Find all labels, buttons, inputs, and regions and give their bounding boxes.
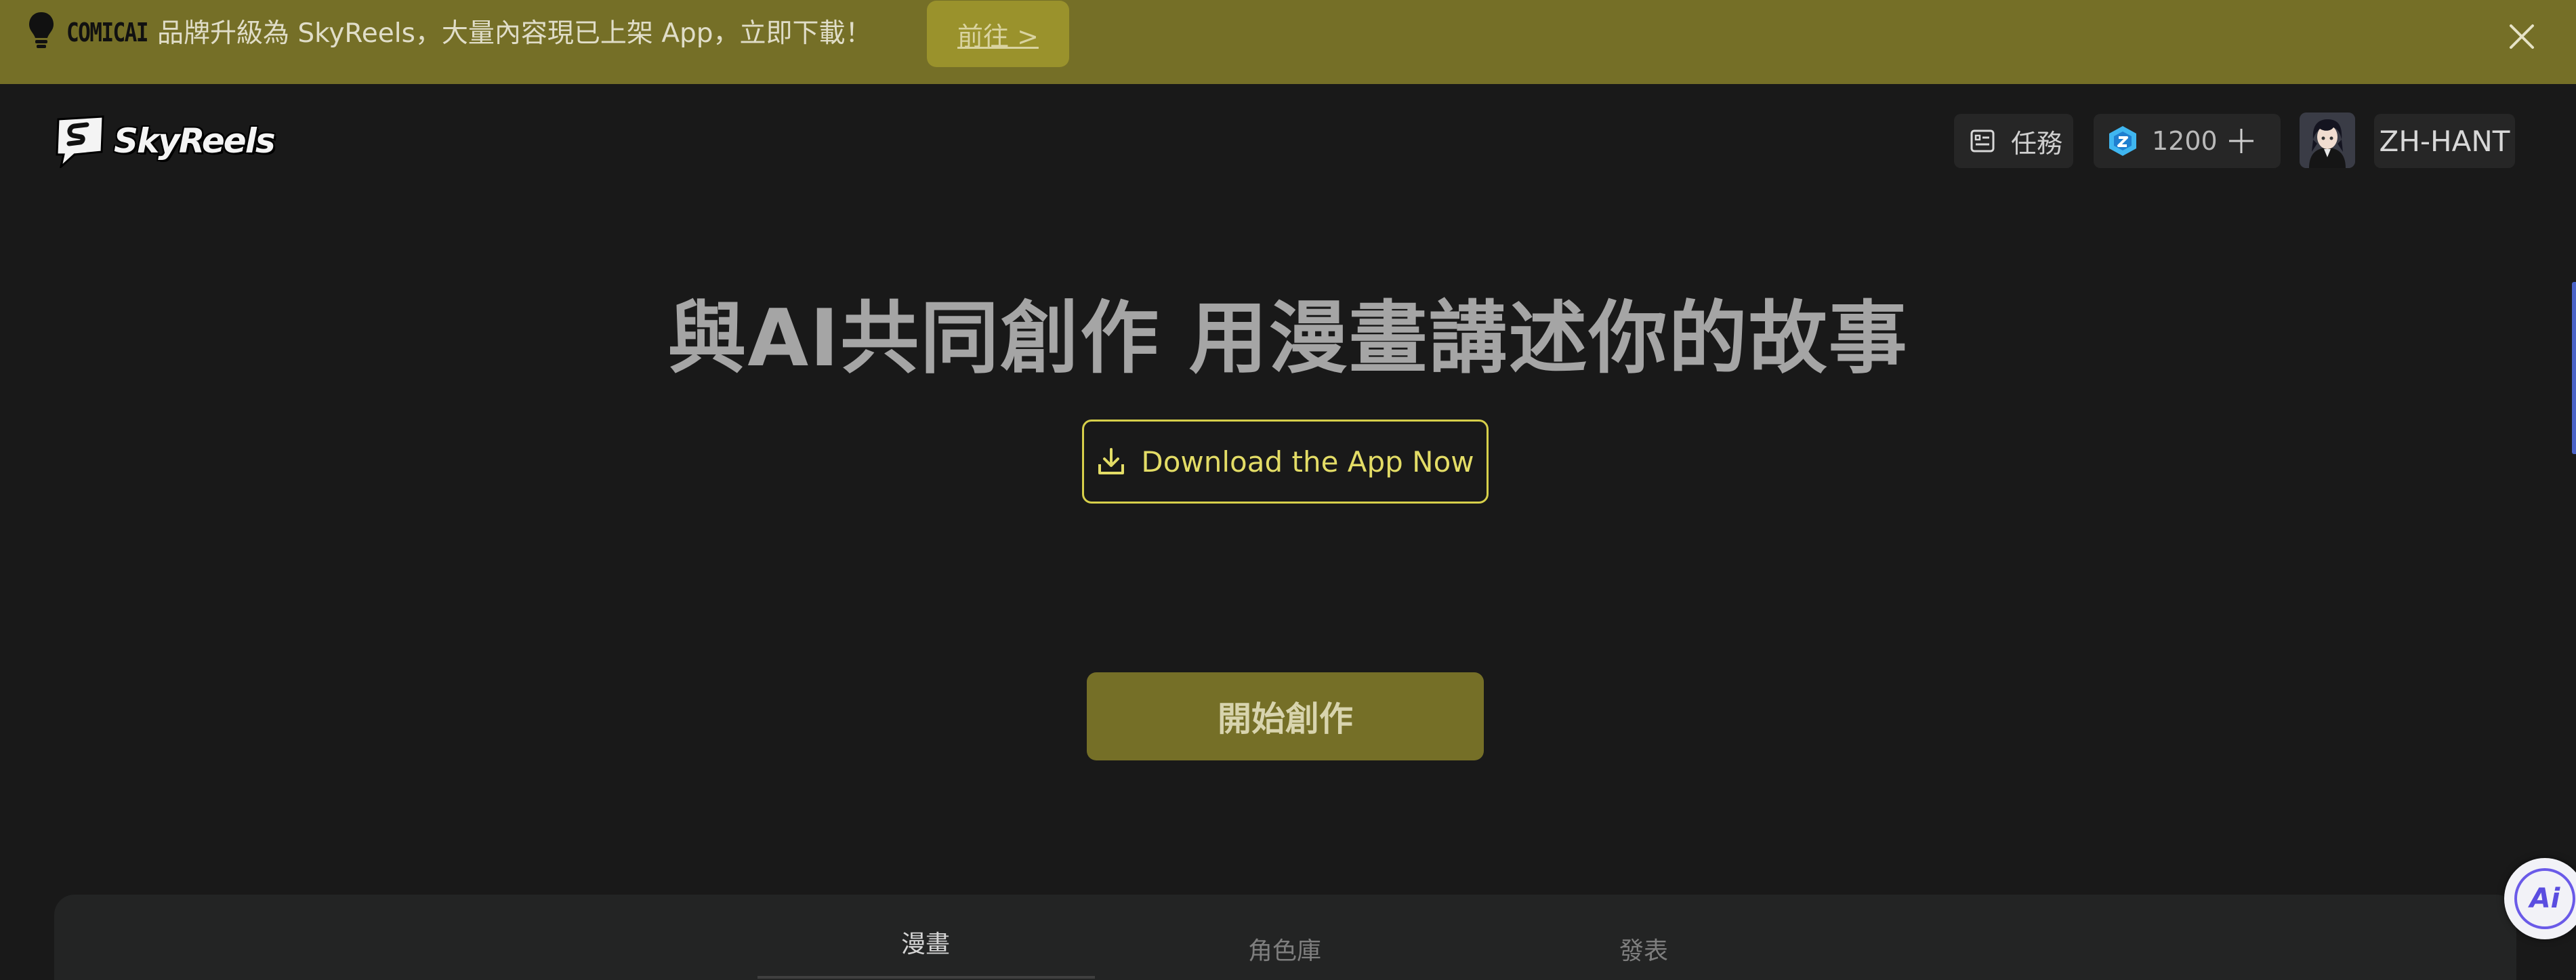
download-app-button[interactable]: Download the App Now	[1082, 420, 1489, 504]
comicai-brand-logo: COMICAI	[66, 18, 148, 47]
announcement-banner: COMICAI 品牌升級為 SkyReels，大量內容現已上架 App，立即下載…	[0, 0, 2576, 84]
add-credits-icon[interactable]	[2226, 126, 2256, 156]
tab-publish[interactable]: 發表	[1552, 931, 1736, 972]
skyreels-logo-icon	[56, 115, 104, 168]
task-list-icon	[1970, 129, 1995, 152]
tasks-button[interactable]: 任務	[1954, 114, 2073, 168]
user-avatar[interactable]	[2300, 113, 2355, 168]
side-drawer-handle[interactable]	[2572, 282, 2576, 454]
banner-message: 品牌升級為 SkyReels，大量內容現已上架 App，立即下載！	[157, 18, 872, 49]
download-icon	[1098, 448, 1125, 474]
gem-icon	[2109, 126, 2136, 156]
tab-character-library[interactable]: 角色庫	[1192, 931, 1377, 972]
credits-balance[interactable]: 1200	[2094, 114, 2281, 168]
start-creating-button[interactable]: 開始創作	[1087, 672, 1484, 760]
ai-icon: Ai	[2514, 868, 2575, 929]
credits-count: 1200	[2152, 126, 2218, 156]
hero-title: 與AI共同創作 用漫畫講述你的故事	[667, 293, 1909, 384]
close-icon[interactable]	[2506, 20, 2538, 53]
banner-go-button[interactable]: 前往 >	[927, 1, 1069, 67]
page: COMICAI 品牌升級為 SkyReels，大量內容現已上架 App，立即下載…	[0, 0, 2576, 980]
active-tab-indicator	[757, 976, 1095, 979]
avatar-image	[2300, 113, 2355, 168]
download-app-label: Download the App Now	[1141, 445, 1474, 478]
language-selector[interactable]: ZH-HANT	[2374, 114, 2515, 168]
tab-comics[interactable]: 漫畫	[833, 924, 1018, 965]
logo-wordmark: SkyReels	[114, 121, 276, 161]
tasks-label: 任務	[2011, 128, 2063, 159]
skyreels-logo[interactable]: SkyReels	[51, 114, 276, 168]
lightbulb-icon	[29, 12, 54, 48]
